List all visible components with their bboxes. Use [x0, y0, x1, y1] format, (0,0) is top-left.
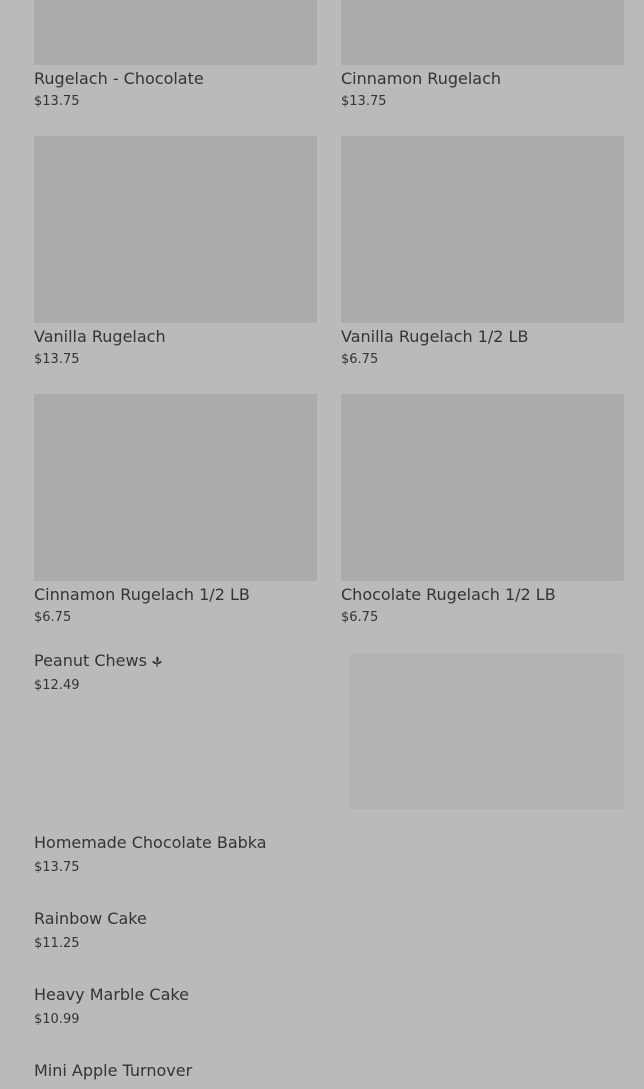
product-price: $12.49 [34, 678, 80, 693]
product-title[interactable]: Homemade Chocolate Babka [34, 833, 267, 853]
product-price: $13.75 [341, 94, 387, 109]
product-image[interactable] [34, 136, 317, 323]
product-price: $6.75 [341, 352, 379, 367]
product-image[interactable] [341, 136, 624, 323]
product-list-item[interactable]: Heavy Marble Cake $10.99 [34, 985, 434, 1033]
product-title[interactable]: Rainbow Cake [34, 909, 147, 929]
product-image[interactable] [34, 0, 317, 65]
product-image[interactable] [349, 654, 624, 809]
product-image[interactable] [34, 394, 317, 581]
product-title[interactable]: Peanut Chews [34, 651, 164, 671]
product-card[interactable]: Vanilla Rugelach $13.75 [34, 136, 317, 376]
product-list-item[interactable]: Rainbow Cake $11.25 [34, 909, 434, 957]
product-title-text[interactable]: Peanut Chews [34, 651, 147, 670]
product-card[interactable]: Rugelach - Chocolate $13.75 [34, 0, 317, 114]
product-card[interactable]: Chocolate Rugelach 1/2 LB $6.75 [341, 394, 624, 634]
product-title[interactable]: Cinnamon Rugelach [341, 69, 501, 89]
product-title[interactable]: Cinnamon Rugelach 1/2 LB [34, 585, 250, 605]
product-listing-page: Rugelach - Chocolate $13.75 Cinnamon Rug… [0, 0, 644, 1089]
product-price: $13.75 [34, 352, 80, 367]
product-list-item[interactable]: Mini Apple Turnover [34, 1061, 434, 1089]
product-title[interactable]: Mini Apple Turnover [34, 1061, 192, 1081]
vegan-leaf-icon [150, 653, 164, 667]
product-title[interactable]: Chocolate Rugelach 1/2 LB [341, 585, 556, 605]
product-image[interactable] [341, 394, 624, 581]
product-price: $13.75 [34, 94, 80, 109]
product-price: $13.75 [34, 860, 80, 875]
product-list-item[interactable]: Homemade Chocolate Babka $13.75 [34, 833, 434, 881]
product-title[interactable]: Vanilla Rugelach 1/2 LB [341, 327, 528, 347]
product-title[interactable]: Heavy Marble Cake [34, 985, 189, 1005]
product-card[interactable]: Cinnamon Rugelach $13.75 [341, 0, 624, 114]
product-price: $6.75 [34, 610, 72, 625]
product-title[interactable]: Vanilla Rugelach [34, 327, 166, 347]
product-card[interactable]: Vanilla Rugelach 1/2 LB $6.75 [341, 136, 624, 376]
product-card[interactable]: Cinnamon Rugelach 1/2 LB $6.75 [34, 394, 317, 634]
product-image[interactable] [341, 0, 624, 65]
product-price: $10.99 [34, 1012, 80, 1027]
product-title[interactable]: Rugelach - Chocolate [34, 69, 204, 89]
product-price: $11.25 [34, 936, 80, 951]
product-price: $6.75 [341, 610, 379, 625]
